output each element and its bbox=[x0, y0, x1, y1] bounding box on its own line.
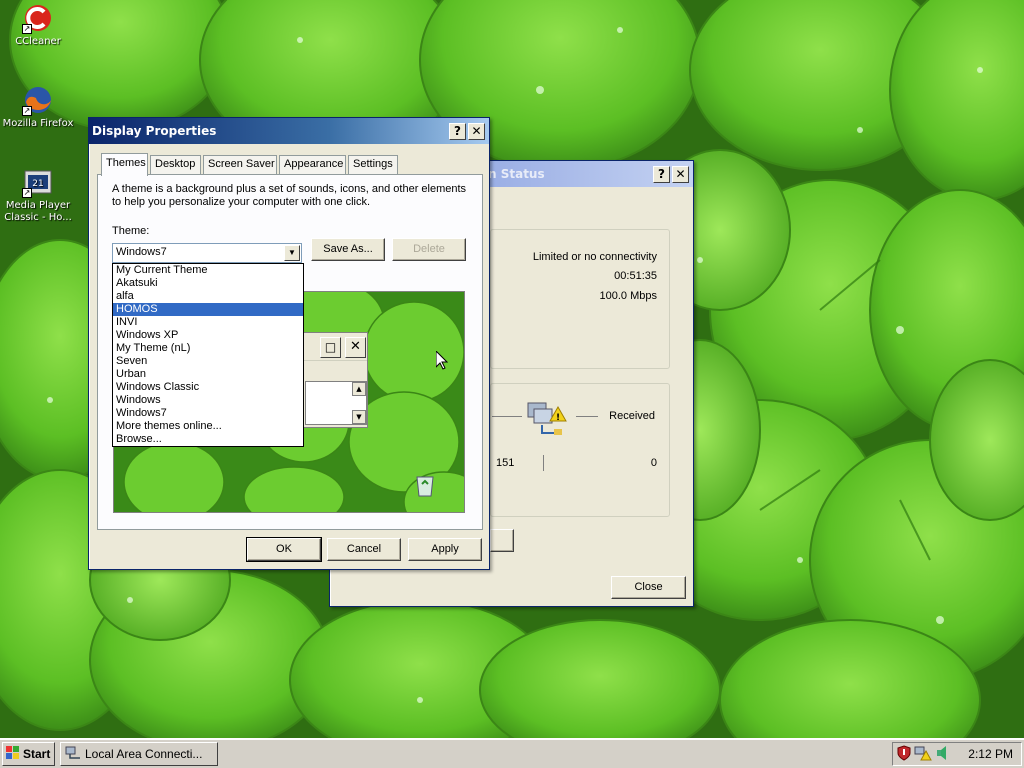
save-as-button[interactable]: Save As... bbox=[311, 238, 385, 261]
theme-option[interactable]: Akatsuki bbox=[113, 277, 303, 290]
scroll-down-icon: ▼ bbox=[352, 410, 366, 424]
desktop-icon-label: Mozilla Firefox bbox=[2, 118, 74, 129]
theme-option-highlighted[interactable]: HOMOS bbox=[113, 303, 303, 316]
svg-text:!: ! bbox=[556, 413, 560, 423]
theme-option[interactable]: INVI bbox=[113, 316, 303, 329]
theme-option[interactable]: Windows bbox=[113, 394, 303, 407]
preview-textbox: ▲ ▼ bbox=[305, 381, 367, 425]
network-warning-icon[interactable] bbox=[914, 745, 932, 764]
desktop-icon-label: CCleaner bbox=[15, 36, 61, 47]
theme-select-value: Windows7 bbox=[116, 246, 167, 258]
chevron-down-icon[interactable]: ▼ bbox=[284, 245, 300, 261]
theme-option[interactable]: Seven bbox=[113, 355, 303, 368]
window-title: Display Properties bbox=[92, 124, 217, 138]
scroll-up-icon: ▲ bbox=[352, 382, 366, 396]
theme-dropdown-list: My Current Theme Akatsuki alfa HOMOS INV… bbox=[112, 263, 304, 447]
tab-screen-saver[interactable]: Screen Saver bbox=[203, 155, 277, 175]
close-dialog-button[interactable]: Close bbox=[611, 576, 686, 599]
theme-option[interactable]: My Current Theme bbox=[113, 264, 303, 277]
desktop-icon-media-player[interactable]: 21 ↗ Media Player Classic - Ho... bbox=[0, 166, 76, 224]
firefox-icon: ↗ bbox=[22, 84, 54, 116]
theme-description-line2: to help you personalize your computer wi… bbox=[112, 196, 371, 208]
mouse-cursor-icon bbox=[435, 349, 449, 373]
preview-sample-window: □ ✕ ▲ ▼ bbox=[300, 332, 368, 428]
start-button[interactable]: Start bbox=[2, 742, 55, 766]
packets-sent-value: 151 bbox=[496, 457, 515, 469]
tab-settings[interactable]: Settings bbox=[348, 155, 398, 175]
connectivity-status: Limited or no connectivity bbox=[532, 251, 657, 263]
preview-titlebar: □ ✕ bbox=[301, 333, 367, 361]
taskbar: Start Local Area Connecti... 2:12 PM bbox=[0, 738, 1024, 768]
close-button[interactable]: ✕ bbox=[468, 122, 485, 140]
display-properties-titlebar[interactable]: Display Properties ? ✕ bbox=[89, 118, 489, 144]
theme-description-line1: A theme is a background plus a set of so… bbox=[112, 183, 467, 195]
desktop-icon-ccleaner[interactable]: ↗ CCleaner bbox=[0, 2, 76, 48]
theme-option[interactable]: alfa bbox=[113, 290, 303, 303]
start-label: Start bbox=[23, 747, 51, 761]
connection-speed: 100.0 Mbps bbox=[599, 290, 657, 302]
taskbar-item-label: Local Area Connecti... bbox=[85, 747, 203, 761]
connection-duration: 00:51:35 bbox=[614, 270, 657, 282]
theme-select[interactable]: Windows7 ▼ bbox=[112, 243, 302, 263]
ccleaner-icon: ↗ bbox=[22, 2, 54, 34]
theme-option[interactable]: Windows7 bbox=[113, 407, 303, 420]
divider bbox=[492, 416, 522, 417]
network-computers-icon: ! bbox=[520, 393, 570, 446]
packets-received-value: 0 bbox=[650, 457, 657, 469]
maximize-icon: □ bbox=[320, 337, 341, 358]
windows-logo-icon bbox=[6, 745, 20, 763]
activity-group bbox=[490, 383, 670, 517]
clock[interactable]: 2:12 PM bbox=[968, 747, 1013, 761]
apply-button[interactable]: Apply bbox=[408, 538, 482, 561]
security-shield-icon[interactable] bbox=[897, 744, 911, 764]
system-tray: 2:12 PM bbox=[892, 742, 1022, 766]
theme-option[interactable]: Windows XP bbox=[113, 329, 303, 342]
theme-option[interactable]: Urban bbox=[113, 368, 303, 381]
properties-button-partial[interactable] bbox=[490, 529, 514, 552]
taskbar-item-local-area-connection[interactable]: Local Area Connecti... bbox=[60, 742, 218, 766]
desktop-icon-firefox[interactable]: ↗ Mozilla Firefox bbox=[0, 84, 76, 130]
recycle-bin-icon bbox=[412, 472, 438, 501]
network-icon bbox=[65, 746, 81, 763]
tab-appearance[interactable]: Appearance bbox=[279, 155, 346, 175]
tab-themes[interactable]: Themes bbox=[101, 153, 148, 176]
divider bbox=[543, 455, 544, 471]
theme-label: Theme: bbox=[112, 225, 150, 237]
close-icon: ✕ bbox=[345, 337, 366, 358]
theme-option[interactable]: Windows Classic bbox=[113, 381, 303, 394]
help-button[interactable]: ? bbox=[449, 122, 466, 140]
received-label: Received bbox=[609, 410, 655, 422]
speaker-icon[interactable] bbox=[935, 745, 951, 764]
close-button[interactable]: ✕ bbox=[672, 165, 689, 183]
theme-option[interactable]: More themes online... bbox=[113, 420, 303, 433]
tab-desktop[interactable]: Desktop bbox=[150, 155, 201, 175]
svg-text:21: 21 bbox=[32, 179, 43, 189]
help-button[interactable]: ? bbox=[653, 165, 670, 183]
desktop-icon-label: Media Player Classic - Ho... bbox=[4, 200, 72, 223]
theme-option[interactable]: My Theme (nL) bbox=[113, 342, 303, 355]
delete-button[interactable]: Delete bbox=[392, 238, 466, 261]
media-player-icon: 21 ↗ bbox=[22, 166, 54, 198]
ok-button[interactable]: OK bbox=[246, 537, 322, 562]
divider bbox=[576, 416, 598, 417]
cancel-button[interactable]: Cancel bbox=[327, 538, 401, 561]
theme-option[interactable]: Browse... bbox=[113, 433, 303, 446]
